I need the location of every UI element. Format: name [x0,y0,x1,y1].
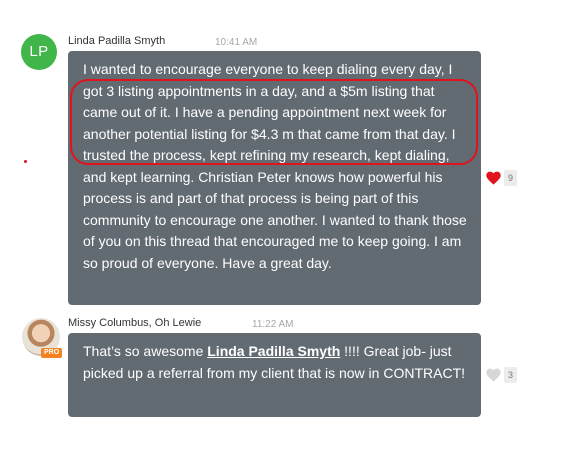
timestamp: 10:41 AM [215,37,258,48]
timestamp: 11:22 AM [252,319,294,330]
like-count: 3 [504,367,517,383]
avatar[interactable]: LP [21,34,57,70]
message-bubble: That’s so awesome Linda Padilla Smyth !!… [68,333,481,417]
mention-link[interactable]: Linda Padilla Smyth [207,343,340,359]
heart-icon [486,368,501,382]
like-button[interactable]: 9 [486,170,517,186]
annotation-dot [24,160,27,163]
message-text: That’s so awesome Linda Padilla Smyth !!… [83,341,471,384]
highlight-annotation [70,79,478,165]
like-count: 9 [504,170,517,186]
heart-icon [486,171,501,185]
author-name[interactable]: Linda Padilla Smyth [68,35,165,47]
like-button[interactable]: 3 [486,367,517,383]
author-name[interactable]: Missy Columbus, Oh Lewie [68,317,201,329]
pro-badge: PRO [41,348,63,358]
message-text-start: That’s so awesome [83,343,208,359]
